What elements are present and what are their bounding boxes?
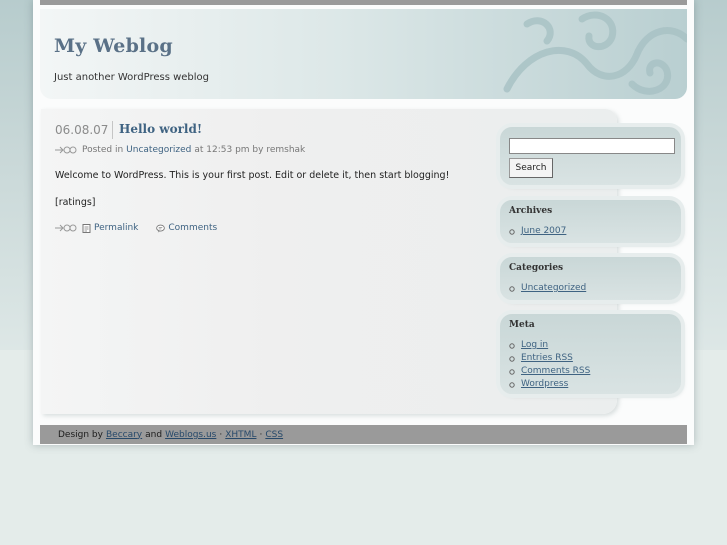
site-tagline: Just another WordPress weblog (54, 72, 210, 83)
xhtml-link[interactable]: XHTML (225, 430, 256, 440)
entries-rss-link[interactable]: Entries RSS (521, 352, 573, 365)
arrow-ornament-icon (55, 224, 77, 232)
comment-bubble-icon (156, 224, 166, 233)
category-link[interactable]: Uncategorized (521, 282, 586, 295)
designer-link[interactable]: Beccary (106, 430, 142, 440)
post-ratings-text: [ratings] (55, 197, 96, 208)
bullet-icon (509, 355, 515, 362)
list-item: Entries RSS (509, 352, 590, 365)
post-date: 06.08.07 (55, 123, 109, 137)
archives-list: June 2007 (509, 225, 566, 238)
search-widget: Search (500, 127, 681, 185)
bullet-icon (509, 285, 515, 292)
post-time-author: at 12:53 pm by remshak (194, 145, 306, 155)
login-link[interactable]: Log in (521, 339, 548, 352)
css-link[interactable]: CSS (265, 430, 283, 440)
list-item: Uncategorized (509, 282, 586, 295)
site-header: My Weblog Just another WordPress weblog (40, 9, 687, 99)
bullet-icon (509, 381, 515, 388)
post-category-link[interactable]: Uncategorized (126, 145, 191, 155)
footer-design-by: Design by (58, 429, 103, 440)
comments-link[interactable]: Comments (168, 223, 217, 233)
bullet-icon (509, 228, 515, 235)
bullet-icon (509, 368, 515, 375)
categories-widget: Categories Uncategorized (500, 257, 681, 300)
post-title-link[interactable]: Hello world! (119, 122, 202, 136)
footer-separator: · (259, 429, 263, 440)
comments-rss-link[interactable]: Comments RSS (521, 365, 590, 378)
list-item: Comments RSS (509, 365, 590, 378)
partner-link[interactable]: Weblogs.us (165, 430, 216, 440)
archive-link[interactable]: June 2007 (521, 225, 566, 238)
search-button[interactable]: Search (509, 158, 553, 178)
bullet-icon (509, 342, 515, 349)
meta-list: Log in Entries RSS Comments RSS Wordpres… (509, 339, 590, 391)
meta-title: Meta (509, 320, 535, 330)
post-footer: Permalink Comments (55, 222, 217, 234)
top-bar (40, 0, 687, 5)
list-item: June 2007 (509, 225, 566, 238)
search-input[interactable] (509, 138, 675, 154)
document-icon (82, 223, 91, 233)
archives-title: Archives (509, 206, 553, 216)
list-item: Log in (509, 339, 590, 352)
post-paragraph: Welcome to WordPress. This is your first… (55, 170, 450, 181)
site-title[interactable]: My Weblog (54, 35, 173, 57)
post-meta: Posted in Uncategorized at 12:53 pm by r… (55, 144, 305, 156)
footer-and: and (145, 429, 163, 440)
arrow-ornament-icon (55, 146, 77, 154)
header-swirl-ornament (503, 11, 687, 95)
archives-widget: Archives June 2007 (500, 200, 681, 243)
wordpress-link[interactable]: Wordpress (521, 378, 568, 391)
posted-in-label: Posted in (82, 145, 124, 155)
categories-list: Uncategorized (509, 282, 586, 295)
footer-bar: Design by Beccary and Weblogs.us · XHTML… (40, 425, 687, 444)
post-body: Welcome to WordPress. This is your first… (55, 170, 449, 224)
permalink-link[interactable]: Permalink (94, 223, 138, 233)
list-item: Wordpress (509, 378, 590, 391)
footer-separator: · (219, 429, 223, 440)
categories-title: Categories (509, 263, 564, 273)
date-divider (112, 121, 113, 139)
meta-widget: Meta Log in Entries RSS Comments RSS Wor… (500, 314, 681, 394)
